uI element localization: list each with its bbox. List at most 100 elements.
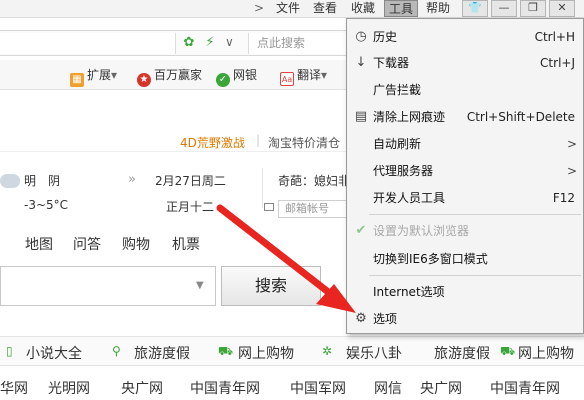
site-links-row: 新华网 光明网 央广网 中国青年网 中国军网 网信 央广网 中国青年网 — [0, 372, 584, 400]
menu-tools[interactable]: 工具 — [384, 0, 419, 17]
speed-icon[interactable]: ⚡ — [203, 36, 217, 50]
divider — [262, 168, 263, 208]
location-icon: ⚲ — [112, 344, 121, 358]
triangle-down-icon[interactable]: ▼ — [196, 280, 204, 291]
menu-item-label: 广告拦截 — [373, 83, 422, 97]
site-link[interactable]: 央广网 — [121, 378, 163, 398]
toolbar-bank-label: 网银 — [233, 68, 258, 82]
menu-item-label: 开发人员工具 — [373, 191, 446, 205]
tab-qa[interactable]: 问答 — [73, 234, 101, 254]
menu-view[interactable]: 查看 — [313, 0, 337, 17]
menu-item-label: 清除上网痕迹 — [373, 110, 446, 124]
security-icon[interactable]: ✿ — [182, 36, 196, 50]
clock-icon: ◷ — [355, 29, 367, 44]
lunar-date: 正月十二 — [166, 200, 215, 214]
shortcut-text: Ctrl+J — [540, 56, 575, 70]
site-link[interactable]: 中国青年网 — [490, 378, 560, 398]
menu-item-clear-history[interactable]: ▤ 清除上网痕迹 Ctrl+Shift+Delete — [347, 105, 583, 129]
clear-icon: ▤ — [354, 109, 368, 124]
cart-icon: ⛟ — [500, 344, 516, 358]
site-link[interactable]: 央广网 — [420, 378, 462, 398]
divider: | — [256, 133, 261, 147]
site-link[interactable]: 新华网 — [0, 378, 28, 398]
double-chevron-icon[interactable]: » — [128, 172, 136, 187]
book-icon: ▯ — [6, 344, 13, 358]
shield-icon: ✓ — [216, 73, 230, 87]
toolbar-extensions[interactable]: ▦ 扩展▾ — [70, 66, 117, 87]
menu-item-label: 历史 — [373, 30, 398, 44]
grid-icon: ▦ — [70, 73, 84, 87]
url-dropdown-icon[interactable]: ∨ — [225, 35, 234, 49]
menu-item-set-default: ✔ 设置为默认浏览器 — [347, 219, 583, 243]
tools-menu-dropdown: ◷ 历史 Ctrl+H ↓ 下载器 Ctrl+J 广告拦截 ▤ 清除上网痕迹 C… — [346, 18, 584, 334]
close-icon[interactable]: ✕ — [549, 0, 575, 17]
site-link[interactable]: 光明网 — [48, 378, 90, 398]
cart-icon: ⛟ — [218, 344, 234, 358]
menu-item-ie6-mode[interactable]: 切换到IE6多窗口模式 — [347, 247, 583, 271]
link-gossip[interactable]: 娱乐八卦 — [346, 343, 402, 363]
minimize-icon[interactable]: — — [491, 0, 517, 17]
menu-help[interactable]: 帮助 — [426, 0, 450, 17]
menu-item-label: 下载器 — [373, 56, 410, 70]
weather-temp[interactable]: -3~5°C — [24, 198, 68, 212]
shortcut-text: F12 — [552, 191, 575, 205]
medal-icon: ★ — [137, 73, 151, 87]
site-link[interactable]: 网信 — [374, 378, 402, 398]
chevron-right-icon: > — [566, 137, 577, 151]
menu-favorites[interactable]: 收藏 — [351, 0, 375, 17]
link-travel-2[interactable]: 旅游度假 — [434, 343, 490, 363]
tab-shopping[interactable]: 购物 — [122, 234, 150, 254]
link-travel[interactable]: 旅游度假 — [134, 343, 190, 363]
news-quiz-link[interactable]: 奇葩：媳妇非 — [278, 172, 350, 189]
menu-bar: > 文件 查看 收藏 工具 帮助 👕 — ❐ ✕ — [0, 0, 584, 18]
toolbar-winner[interactable]: ★ 百万赢家 — [137, 66, 202, 87]
skin-icon[interactable]: 👕 — [462, 0, 488, 17]
menu-item-adblock[interactable]: 广告拦截 — [347, 78, 583, 102]
menu-separator — [369, 275, 581, 276]
menubar-chevron[interactable]: > — [254, 1, 264, 15]
menu-item-label: 设置为默认浏览器 — [373, 224, 470, 238]
link-novels[interactable]: 小说大全 — [26, 343, 82, 363]
mail-account-input[interactable]: 邮箱帐号 — [278, 200, 348, 218]
menu-item-history[interactable]: ◷ 历史 Ctrl+H — [347, 25, 583, 49]
link-shopping[interactable]: 网上购物 — [238, 343, 294, 363]
quick-links-row: ▯ 小说大全 ⚲ 旅游度假 ⛟ 网上购物 ✲ 娱乐八卦 旅游度假 ⛟ 网上购物 — [0, 336, 584, 366]
tab-map[interactable]: 地图 — [25, 234, 53, 254]
menu-item-label: 选项 — [373, 312, 398, 326]
menu-item-proxy[interactable]: 代理服务器 > — [347, 159, 583, 183]
menu-item-devtools[interactable]: 开发人员工具 F12 — [347, 186, 583, 210]
menu-item-label: 切换到IE6多窗口模式 — [373, 252, 488, 266]
check-icon: ✔ — [355, 223, 367, 238]
date-text: 2月27日周二 — [155, 174, 226, 188]
cloud-icon — [0, 174, 20, 188]
download-icon: ↓ — [355, 55, 367, 70]
menu-item-label: 代理服务器 — [373, 164, 434, 178]
search-input[interactable]: 点此搜索 — [248, 33, 348, 54]
site-link[interactable]: 中国青年网 — [190, 378, 260, 398]
search-button[interactable]: 搜索 — [221, 266, 321, 306]
toolbar-translate-label: 翻译 — [297, 68, 322, 82]
menu-separator — [369, 214, 581, 215]
chevron-right-icon: > — [566, 164, 577, 178]
menu-item-auto-refresh[interactable]: 自动刷新 > — [347, 132, 583, 156]
site-link[interactable]: 中国军网 — [290, 378, 346, 398]
promo-link-4d[interactable]: 4D荒野激战 — [180, 134, 245, 151]
link-shopping-2[interactable]: 网上购物 — [518, 343, 574, 363]
gear-icon: ⚙ — [355, 311, 367, 326]
main-search-input[interactable] — [0, 266, 216, 306]
weather-condition[interactable]: 明 阴 — [24, 172, 60, 189]
tab-flights[interactable]: 机票 — [172, 234, 200, 254]
menu-item-downloader[interactable]: ↓ 下载器 Ctrl+J — [347, 51, 583, 75]
shortcut-text: Ctrl+Shift+Delete — [466, 110, 575, 124]
menu-item-label: Internet选项 — [373, 285, 445, 299]
menu-item-internet-options[interactable]: Internet选项 — [347, 280, 583, 304]
shortcut-text: Ctrl+H — [534, 30, 575, 44]
promo-link-taobao[interactable]: 淘宝特价清仓 — [268, 134, 340, 151]
toolbar-bank[interactable]: ✓ 网银 — [216, 66, 258, 87]
menu-file[interactable]: 文件 — [276, 0, 300, 17]
menu-item-options[interactable]: ⚙ 选项 — [347, 307, 583, 331]
restore-icon[interactable]: ❐ — [520, 0, 546, 17]
translate-icon: Aa — [280, 72, 294, 86]
toolbar-translate[interactable]: Aa 翻译▾ — [280, 66, 327, 86]
url-input[interactable] — [0, 33, 176, 54]
